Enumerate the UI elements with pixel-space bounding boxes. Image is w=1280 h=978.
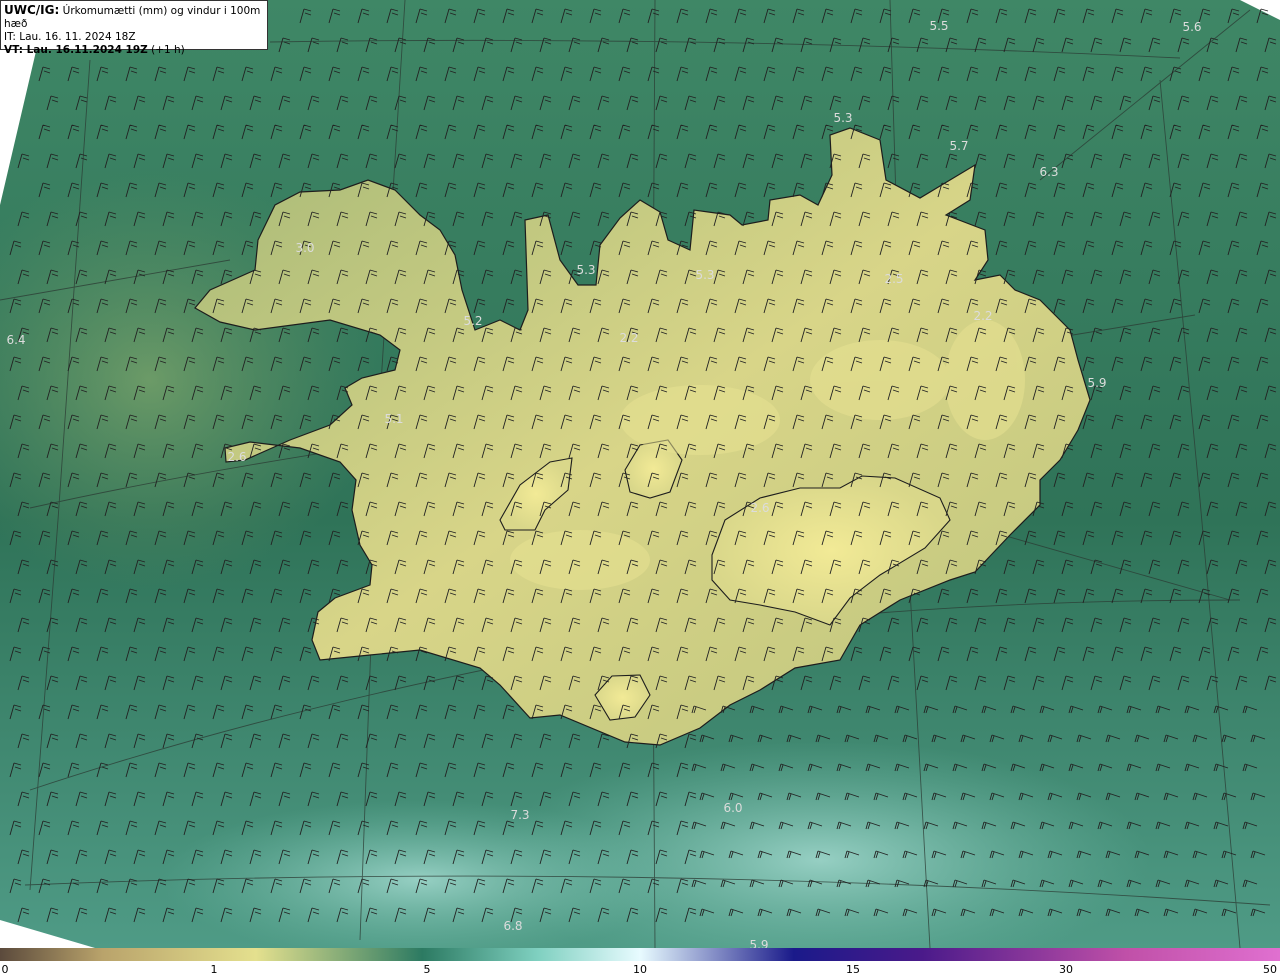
value-label: 6.3 [1039,165,1059,179]
value-label: 5.2 [463,314,483,328]
value-label: 5.1 [384,412,404,426]
colorbar-tick: 30 [1059,963,1073,976]
title-line: UWC/IG: Úrkomumætti (mm) og vindur i 100… [4,4,264,31]
value-label: 5.6 [1182,20,1202,34]
precipitation-map [0,0,1280,948]
value-label: 5.3 [695,268,715,282]
value-label: 6.4 [6,333,26,347]
model-code: UWC/IG: [4,3,60,17]
colorbar-tick: 50 [1263,963,1277,976]
value-label: 5.5 [929,19,949,33]
value-label: 5.3 [576,263,596,277]
value-label: 2.6 [750,501,770,515]
colorbar-tick: 0 [1,963,9,976]
value-label: 5.7 [949,139,969,153]
value-label: 3.0 [295,241,315,255]
value-label: 2.6 [227,450,247,464]
forecast-offset: (+1 h) [147,44,185,56]
valid-time: VT: Lau. 16.11.2024 19Z [4,44,148,56]
precipitation-colorbar [0,948,1280,961]
value-label: 5.9 [1087,376,1107,390]
colorbar-tick: 5 [423,963,431,976]
value-label: 6.0 [723,801,743,815]
value-label: 2.2 [973,309,993,323]
value-label: 6.8 [503,919,523,933]
colorbar-tick: 10 [633,963,647,976]
value-label: 2.5 [884,272,904,286]
value-label: 2.2 [619,331,639,345]
valid-time-line: VT: Lau. 16.11.2024 19Z (+1 h) [4,44,264,57]
colorbar-tick: 1 [210,963,218,976]
initial-time: IT: Lau. 16. 11. 2024 18Z [4,31,136,43]
info-box: UWC/IG: Úrkomumætti (mm) og vindur i 100… [0,0,268,56]
colorbar-tick: 15 [846,963,860,976]
value-label: 5.3 [833,111,853,125]
value-label: 7.3 [510,808,530,822]
